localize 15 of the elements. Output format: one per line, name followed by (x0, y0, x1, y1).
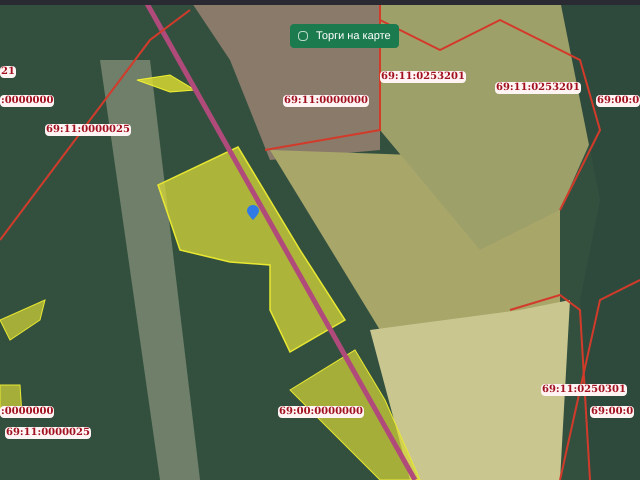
location-pin-icon (247, 205, 259, 220)
parcel-number-label: 69:00:0 (590, 406, 634, 418)
parcel-number-label: 69:11:0253201 (495, 82, 581, 94)
parcel-number-label: 69:11:0000000 (283, 95, 369, 107)
parcel-number-label: 69:11:0250301 (541, 384, 627, 396)
parcel-number-label: :0000000 (0, 95, 54, 107)
parcel-number-label: 69:00:0000000 (278, 406, 364, 418)
toggle-checkbox[interactable] (298, 31, 308, 41)
parcel-number-label: 69:11:0000025 (45, 124, 131, 136)
parcel-number-label: 69:00:0 (596, 95, 640, 107)
parcel-number-label: 69:11:0253201 (380, 71, 466, 83)
auctions-toggle-button[interactable]: Торги на карте (290, 24, 399, 48)
parcel-number-label: 69:11:0000025 (5, 427, 91, 439)
parcel-number-label: :0000000 (0, 406, 54, 418)
parcel-number-label: 21 (0, 66, 16, 78)
